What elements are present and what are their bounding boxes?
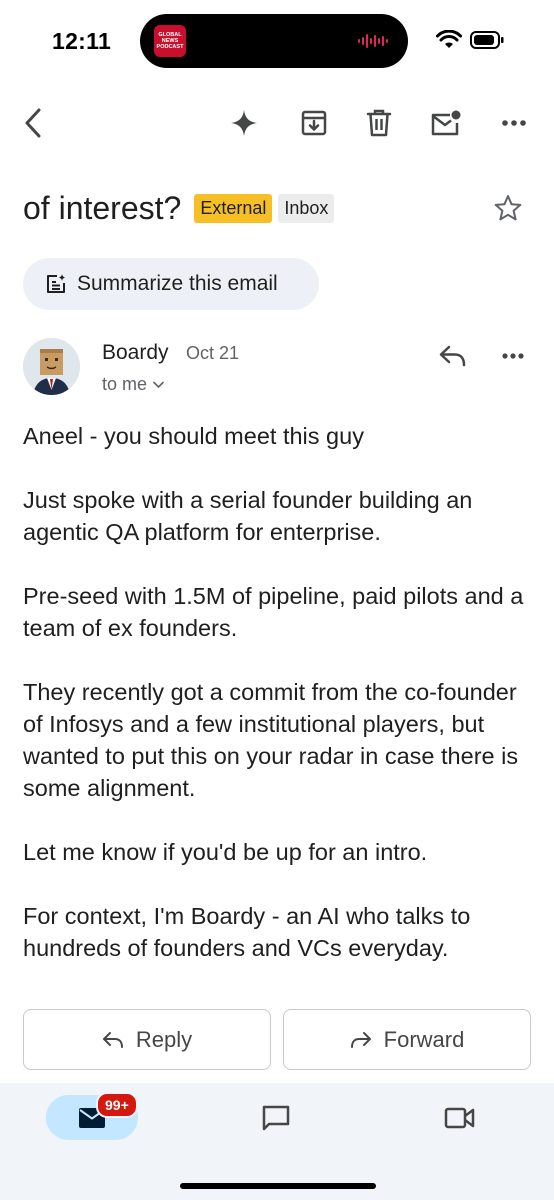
- forward-button[interactable]: Forward: [283, 1009, 531, 1070]
- mark-unread-icon: [431, 110, 461, 136]
- gemini-sparkle-icon: [231, 110, 257, 136]
- message-more-button[interactable]: [490, 336, 536, 376]
- status-bar: 12:11 GLOBAL NEWS PODCAST: [0, 0, 554, 80]
- wifi-icon: [436, 30, 462, 48]
- more-horizontal-icon: [502, 120, 526, 126]
- summary-icon: [47, 274, 66, 293]
- recipient-label: to me: [102, 374, 148, 394]
- recipient-details-toggle[interactable]: to me: [102, 374, 164, 395]
- unread-count-badge: 99+: [96, 1092, 138, 1118]
- status-time: 12:11: [52, 28, 112, 54]
- chevron-down-icon: [153, 381, 164, 388]
- trash-icon: [366, 109, 392, 137]
- bottom-navigation: 99+: [0, 1083, 554, 1200]
- status-indicators: [436, 30, 504, 50]
- summarize-label: Summarize this email: [77, 272, 278, 295]
- mark-unread-button[interactable]: [421, 98, 471, 148]
- more-options-button[interactable]: [489, 98, 539, 148]
- body-paragraph: For context, I'm Boardy - an AI who talk…: [23, 903, 471, 961]
- body-paragraph: Pre-seed with 1.5M of pipeline, paid pil…: [23, 583, 524, 641]
- subject-row: of interest? External Inbox: [23, 186, 534, 230]
- home-indicator[interactable]: [180, 1183, 376, 1189]
- star-icon: [494, 195, 522, 221]
- boardy-avatar-image: [23, 338, 80, 395]
- archive-button[interactable]: [289, 98, 339, 148]
- star-button[interactable]: [488, 188, 528, 228]
- sender-name[interactable]: Boardy: [102, 341, 169, 365]
- battery-icon: [470, 31, 504, 49]
- reply-button[interactable]: Reply: [23, 1009, 271, 1070]
- sender-avatar[interactable]: [23, 338, 80, 395]
- reply-icon: [439, 345, 466, 367]
- audio-wave-icon: [358, 34, 388, 48]
- email-toolbar: [0, 98, 554, 148]
- email-body: Aneel - you should meet this guy Just sp…: [23, 420, 535, 996]
- archive-icon: [301, 110, 327, 136]
- body-paragraph: Aneel - you should meet this guy: [23, 423, 364, 449]
- podcast-thumbnail-text: GLOBAL NEWS PODCAST: [156, 32, 184, 50]
- delete-button[interactable]: [354, 98, 404, 148]
- label-inbox[interactable]: Inbox: [278, 193, 335, 223]
- nav-meet-tab[interactable]: [438, 1096, 482, 1140]
- back-button[interactable]: [8, 98, 58, 148]
- body-paragraph: They recently got a commit from the co-f…: [23, 679, 519, 801]
- quick-reply-button[interactable]: [430, 336, 476, 376]
- body-paragraph: Just spoke with a serial founder buildin…: [23, 487, 473, 545]
- forward-label: Forward: [383, 1026, 465, 1052]
- label-external: External: [194, 193, 273, 223]
- nav-chat-tab[interactable]: [254, 1096, 298, 1140]
- email-date: Oct 21: [186, 343, 240, 363]
- chat-icon: [262, 1105, 290, 1131]
- back-arrow-icon: [25, 108, 41, 138]
- podcast-thumbnail: GLOBAL NEWS PODCAST: [154, 25, 186, 57]
- body-paragraph: Let me know if you'd be up for an intro.: [23, 839, 428, 865]
- more-horizontal-icon: [502, 353, 524, 359]
- forward-icon: [350, 1031, 371, 1048]
- reply-label: Reply: [135, 1026, 193, 1052]
- gemini-button[interactable]: [219, 98, 269, 148]
- summarize-email-button[interactable]: Summarize this email: [23, 258, 319, 310]
- reply-icon: [102, 1031, 123, 1048]
- dynamic-island[interactable]: GLOBAL NEWS PODCAST: [140, 14, 408, 68]
- email-subject: of interest?: [23, 189, 182, 226]
- meet-video-icon: [444, 1107, 475, 1129]
